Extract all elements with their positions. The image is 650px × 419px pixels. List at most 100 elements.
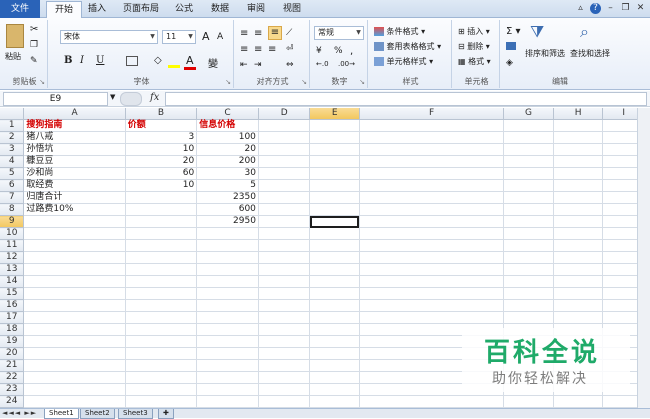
row-header[interactable]: 1 bbox=[0, 119, 25, 133]
cell[interactable] bbox=[258, 395, 311, 408]
cell[interactable]: 10 bbox=[125, 143, 198, 157]
percent-button[interactable]: % bbox=[334, 46, 343, 56]
cell[interactable] bbox=[553, 395, 604, 408]
row-header[interactable]: 11 bbox=[0, 239, 25, 253]
cell[interactable] bbox=[309, 395, 360, 408]
row-header[interactable]: 6 bbox=[0, 179, 25, 193]
cell[interactable] bbox=[196, 299, 259, 313]
column-header-g[interactable]: G bbox=[503, 108, 554, 121]
tab-formulas[interactable]: 公式 bbox=[175, 0, 193, 18]
name-box[interactable]: E9 bbox=[3, 92, 108, 106]
cell[interactable]: 5 bbox=[196, 179, 259, 193]
cell[interactable] bbox=[503, 263, 554, 277]
cell[interactable] bbox=[309, 371, 360, 385]
cell[interactable] bbox=[23, 251, 126, 265]
cell[interactable] bbox=[503, 143, 554, 157]
cell[interactable] bbox=[309, 191, 360, 205]
tab-home[interactable]: 开始 bbox=[46, 1, 83, 19]
cell[interactable]: 60 bbox=[125, 167, 198, 181]
number-format-select[interactable]: 常规 ▼ bbox=[314, 26, 364, 40]
column-header-b[interactable]: B bbox=[125, 108, 198, 121]
cell[interactable] bbox=[258, 371, 311, 385]
cell[interactable]: 200 bbox=[196, 155, 259, 169]
cell[interactable] bbox=[359, 143, 505, 157]
borders-icon[interactable] bbox=[126, 56, 138, 66]
cell[interactable] bbox=[125, 299, 198, 313]
cell[interactable] bbox=[258, 155, 311, 169]
column-header-f[interactable]: F bbox=[359, 108, 505, 121]
cell[interactable]: 价额 bbox=[125, 119, 198, 133]
cell[interactable] bbox=[258, 167, 311, 181]
tab-page-layout[interactable]: 页面布局 bbox=[123, 0, 159, 18]
cell[interactable] bbox=[503, 227, 554, 241]
cell[interactable] bbox=[125, 347, 198, 361]
cell[interactable] bbox=[359, 119, 505, 133]
cell[interactable] bbox=[23, 371, 126, 385]
cell[interactable]: 孙悟坑 bbox=[23, 143, 126, 157]
row-header[interactable]: 4 bbox=[0, 155, 25, 169]
cell[interactable] bbox=[309, 179, 360, 193]
copy-icon[interactable]: ❐ bbox=[30, 40, 38, 50]
cell[interactable]: 过路费10% bbox=[23, 203, 126, 217]
cell[interactable] bbox=[309, 275, 360, 289]
cell[interactable] bbox=[553, 155, 604, 169]
minimize-icon[interactable]: – bbox=[605, 3, 616, 14]
cell[interactable] bbox=[503, 131, 554, 145]
cut-icon[interactable]: ✂ bbox=[30, 24, 38, 35]
cell[interactable] bbox=[553, 227, 604, 241]
cell[interactable] bbox=[503, 299, 554, 313]
cell[interactable] bbox=[196, 239, 259, 253]
formula-bar-handle[interactable] bbox=[120, 92, 142, 106]
row-header[interactable]: 16 bbox=[0, 299, 25, 313]
conditional-format-button[interactable]: 条件格式 ▾ bbox=[374, 26, 425, 37]
align-bottom-icon[interactable]: ≡ bbox=[268, 26, 282, 40]
cell[interactable] bbox=[23, 335, 126, 349]
insert-cells-button[interactable]: ⊞ 插入 ▾ bbox=[458, 26, 490, 37]
row-header[interactable]: 12 bbox=[0, 251, 25, 265]
cell[interactable] bbox=[553, 131, 604, 145]
cell[interactable] bbox=[309, 119, 360, 133]
row-header[interactable]: 15 bbox=[0, 287, 25, 301]
wrap-text-icon[interactable]: ⏎ bbox=[286, 44, 294, 54]
cell[interactable] bbox=[196, 287, 259, 301]
align-middle-icon[interactable]: ≡ bbox=[254, 28, 262, 39]
row-header[interactable]: 24 bbox=[0, 395, 25, 408]
cell[interactable]: 30 bbox=[196, 167, 259, 181]
cell[interactable] bbox=[503, 275, 554, 289]
select-all-corner[interactable] bbox=[0, 108, 25, 121]
cell[interactable] bbox=[258, 227, 311, 241]
alignment-launcher-icon[interactable]: ↘ bbox=[301, 78, 307, 86]
cell[interactable]: 20 bbox=[125, 155, 198, 169]
cell[interactable] bbox=[309, 359, 360, 373]
formula-input[interactable] bbox=[165, 92, 647, 106]
cell[interactable] bbox=[196, 371, 259, 385]
sort-filter-icon[interactable]: ⧩ bbox=[530, 22, 544, 42]
cell[interactable] bbox=[309, 299, 360, 313]
cell[interactable] bbox=[23, 383, 126, 397]
cell[interactable] bbox=[359, 395, 505, 408]
cell[interactable] bbox=[258, 383, 311, 397]
cell[interactable] bbox=[359, 311, 505, 325]
cell[interactable] bbox=[359, 275, 505, 289]
cell[interactable] bbox=[553, 179, 604, 193]
cell[interactable] bbox=[503, 179, 554, 193]
cell[interactable] bbox=[309, 143, 360, 157]
cell[interactable] bbox=[309, 131, 360, 145]
find-select-button[interactable]: 查找和选择 bbox=[570, 48, 610, 59]
cell[interactable] bbox=[503, 311, 554, 325]
increase-decimal-icon[interactable]: ←.0 bbox=[316, 60, 329, 68]
cell[interactable] bbox=[258, 131, 311, 145]
cell[interactable] bbox=[309, 239, 360, 253]
row-header[interactable]: 23 bbox=[0, 383, 25, 397]
vertical-scrollbar[interactable] bbox=[637, 108, 650, 408]
tab-file[interactable]: 文件 bbox=[0, 0, 40, 18]
cell[interactable]: 取经费 bbox=[23, 179, 126, 193]
column-header-a[interactable]: A bbox=[23, 108, 126, 121]
decrease-indent-icon[interactable]: ⇤ bbox=[240, 60, 248, 70]
cell[interactable] bbox=[125, 239, 198, 253]
cell[interactable] bbox=[359, 287, 505, 301]
cell[interactable] bbox=[196, 383, 259, 397]
cell[interactable] bbox=[553, 167, 604, 181]
delete-cells-button[interactable]: ⊟ 删除 ▾ bbox=[458, 41, 490, 52]
font-launcher-icon[interactable]: ↘ bbox=[225, 78, 231, 86]
